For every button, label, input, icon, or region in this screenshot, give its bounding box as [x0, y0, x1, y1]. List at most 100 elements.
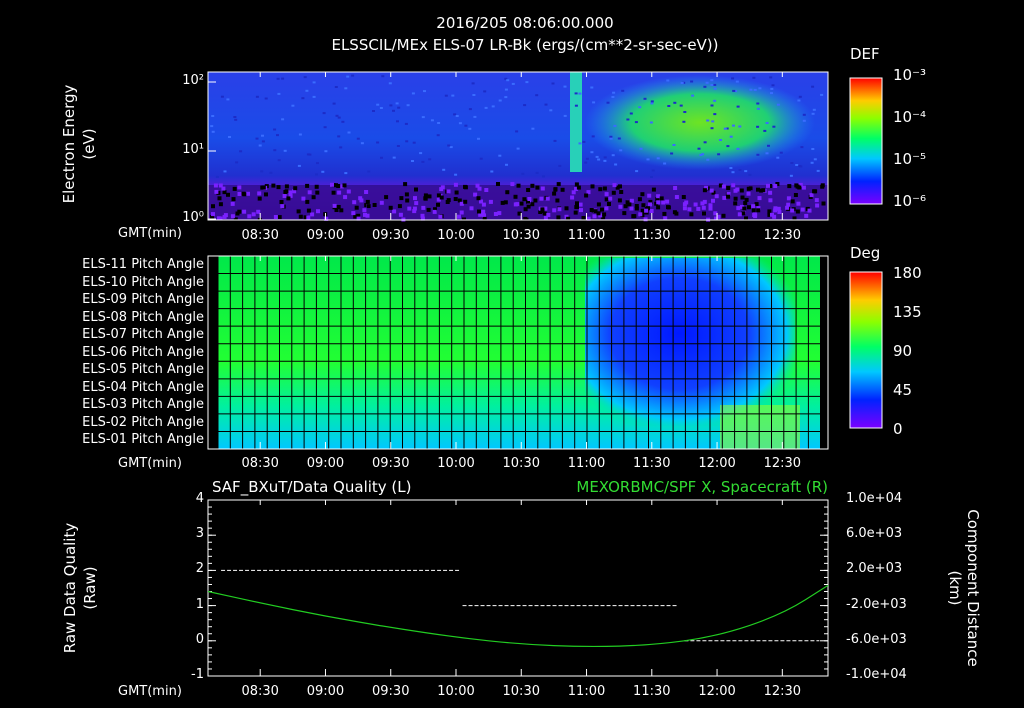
spectrogram-speckle: [544, 103, 548, 106]
spectrogram-speckle: [276, 134, 279, 137]
pitch-angle-xtick-label: 08:30: [241, 456, 279, 471]
spectrogram-speckle: [505, 163, 508, 166]
spectrogram-speckle: [463, 184, 467, 189]
spectrogram-speckle: [453, 182, 458, 187]
spectrogram-speckle: [230, 201, 235, 206]
spectrogram-speckle: [282, 194, 287, 198]
spectrogram-speckle: [395, 102, 399, 105]
pitch-angle-right-edge: [720, 405, 800, 449]
spectrogram-speckle: [273, 215, 278, 219]
spectrogram-speckle: [379, 107, 383, 109]
spectrogram-speckle: [749, 88, 753, 91]
spectrogram-speckle: [747, 205, 751, 210]
spectrogram-speckle: [459, 201, 464, 206]
spectrogram-speckle: [255, 137, 259, 140]
spectrogram-speckle: [813, 158, 817, 161]
spectrogram-speckle: [344, 87, 348, 90]
spectrogram-speckle: [306, 215, 311, 220]
spectrogram-speckle: [603, 159, 607, 162]
spectrogram-speckle: [811, 148, 815, 150]
header-subtitle: ELSSCIL/MEx ELS-07 LR-Bk (ergs/(cm**2-sr…: [331, 36, 719, 54]
spectrogram-speckle: [388, 82, 392, 85]
spectrogram-speckle: [356, 137, 360, 140]
spectrogram-speckle: [255, 95, 259, 98]
spectrogram-speckle: [609, 137, 613, 140]
spectrogram-speckle: [702, 211, 706, 216]
spectrogram-speckle: [426, 207, 431, 212]
spectrogram-speckle: [648, 202, 652, 207]
spectrogram-speckle: [770, 87, 774, 90]
spectrogram-speckle: [366, 204, 371, 209]
spectrogram-speckle: [736, 147, 740, 150]
spectrogram-speckle: [790, 162, 794, 164]
spectrogram-speckle: [607, 202, 611, 206]
spectrogram-speckle: [713, 113, 717, 116]
spectrogram-speckle: [629, 206, 634, 211]
spectrogram-speckle: [604, 197, 609, 202]
spectrogram-speckle: [697, 147, 701, 150]
spectrogram-speckle: [331, 190, 336, 195]
spectrogram-speckle: [437, 122, 441, 124]
spectrogram-speckle: [625, 200, 630, 205]
spectrogram-speckle: [446, 198, 451, 203]
spectrogram-speckle: [578, 202, 583, 207]
spectrogram-speckle: [336, 184, 341, 188]
spectrogram-xtick-label: 09:00: [306, 228, 345, 243]
spectrogram-speckle: [582, 140, 586, 143]
spectrogram-speckle: [553, 187, 558, 192]
pitch-angle-xtick-label: 10:30: [502, 456, 540, 471]
spectrogram-speckle: [618, 184, 622, 189]
spectrogram-speckle: [790, 199, 795, 204]
spectrogram-speckle: [442, 168, 446, 171]
spectrogram-speckle: [540, 186, 545, 191]
spectrogram-speckle: [736, 206, 741, 211]
spectrogram-speckle: [539, 196, 544, 201]
spectrogram-speckle: [756, 208, 761, 213]
spectrogram-speckle: [742, 206, 747, 211]
spectrogram-speckle: [638, 106, 642, 109]
def-colorbar-label-2: 10⁻⁴: [893, 108, 927, 126]
spectrogram-speckle: [731, 183, 736, 188]
spectrogram-speckle: [595, 155, 599, 158]
spectrogram-speckle: [793, 193, 798, 197]
spectrogram-speckle: [798, 95, 802, 98]
spectrogram-speckle: [506, 79, 510, 82]
spectrogram-speckle: [277, 215, 282, 220]
spectrogram-speckle: [672, 144, 676, 146]
spectrogram-speckle: [488, 199, 493, 204]
spectrogram-xtick-label: 11:00: [567, 228, 606, 243]
spectrogram-speckle: [751, 208, 756, 213]
spectrogram-speckle: [226, 98, 230, 101]
spectrogram-speckle: [291, 104, 295, 107]
spectrogram-speckle: [457, 214, 461, 219]
spectrogram-speckle: [482, 213, 486, 218]
spectrogram-speckle: [398, 212, 403, 217]
spectrogram-speckle: [277, 92, 281, 95]
spectrogram-speckle: [513, 202, 518, 207]
spectrogram-speckle: [710, 79, 714, 82]
spectrogram-speckle: [726, 186, 731, 190]
spectrogram-speckle: [604, 206, 609, 211]
spectrogram-speckle: [510, 182, 515, 187]
spectrogram-speckle: [504, 96, 508, 99]
spectrogram-speckle: [234, 118, 238, 121]
spectrogram-speckle: [298, 214, 303, 219]
spectrogram-speckle: [634, 204, 639, 208]
spectrogram-speckle: [746, 186, 751, 191]
spectrogram-speckle: [710, 127, 714, 130]
line-plot-xtick-label: 12:00: [698, 684, 736, 699]
pitch-angle-row-label: ELS-01 Pitch Angle: [82, 432, 204, 448]
spectrogram-speckle: [305, 89, 309, 92]
spectrogram-speckle: [753, 88, 757, 91]
spectrogram-speckle: [421, 205, 426, 210]
spectrogram-speckle: [735, 80, 739, 83]
spectrogram-speckle: [789, 174, 793, 177]
pitch-angle-row-label: ELS-06 Pitch Angle: [82, 344, 204, 360]
spectrogram-speckle: [444, 94, 448, 97]
spectrogram-speckle: [687, 207, 692, 212]
spectrogram-speckle: [453, 113, 457, 116]
spectrogram-speckle: [498, 99, 502, 102]
spectrogram-speckle: [413, 196, 417, 201]
pitch-angle-row-label: ELS-10 Pitch Angle: [82, 274, 204, 290]
spectrogram-speckle: [468, 127, 472, 130]
